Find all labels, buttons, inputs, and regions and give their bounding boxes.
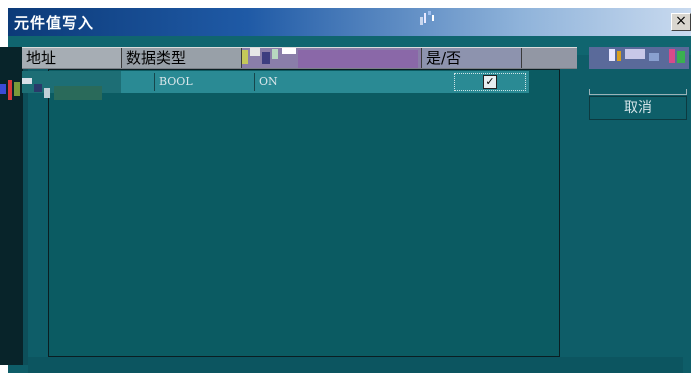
row-data-type-cell[interactable]: BOOL bbox=[154, 73, 254, 91]
title-bar[interactable]: 元件值写入 × bbox=[8, 8, 691, 36]
glitch-artifact-icon bbox=[420, 11, 434, 25]
column-header-filler bbox=[522, 48, 577, 68]
table-header: 地址 数据类型 是/否 bbox=[22, 47, 577, 69]
row-glitch-icon bbox=[0, 78, 102, 100]
bottom-edge bbox=[28, 357, 683, 373]
checkbox-checked-icon[interactable]: ✓ bbox=[483, 75, 497, 89]
row-checkbox-cell[interactable]: ✓ bbox=[454, 73, 526, 91]
header-glitch-icon bbox=[242, 48, 418, 68]
button-glitch-icon bbox=[609, 49, 685, 63]
column-header-value[interactable]: 是/否 bbox=[422, 48, 522, 68]
close-button[interactable]: × bbox=[671, 13, 691, 31]
column-header-corrupted bbox=[242, 48, 422, 68]
column-header-address[interactable]: 地址 bbox=[22, 48, 122, 68]
column-header-data-type[interactable]: 数据类型 bbox=[122, 48, 242, 68]
window-title: 元件值写入 bbox=[14, 14, 95, 32]
element-table[interactable] bbox=[48, 69, 560, 357]
cancel-button[interactable]: 取消 bbox=[589, 96, 687, 120]
confirm-button-corrupted[interactable] bbox=[589, 47, 689, 69]
button-outline bbox=[589, 89, 687, 95]
row-value-cell[interactable]: ON bbox=[254, 73, 454, 91]
